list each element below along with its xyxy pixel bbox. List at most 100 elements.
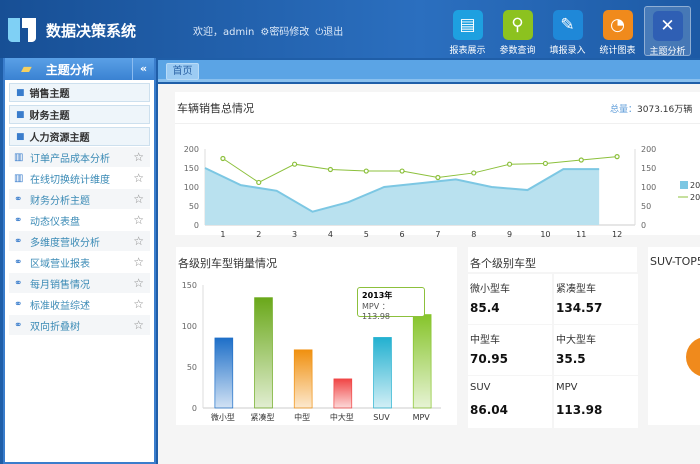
sidebar-group[interactable]: ■ 人力资源主题 [9, 127, 150, 146]
x-tick-label: 中型 [294, 412, 310, 422]
grid-icon: ■ [16, 131, 25, 142]
cell-value: 70.95 [470, 352, 508, 366]
legend-area-label: 20 [690, 181, 700, 190]
change-password-link[interactable]: ⚙密码修改 [260, 23, 309, 38]
grid-title: 各个级别车型 [470, 257, 536, 270]
cell-value: 85.4 [470, 301, 500, 315]
link-icon: ⚭ [14, 277, 23, 289]
line-point [471, 170, 477, 176]
nav-button-0[interactable]: ▤ 报表展示 [444, 6, 491, 56]
suv-panel: SUV-TOP5 [648, 247, 700, 425]
main-nav: ▤ 报表展示 ⚲ 参数查询 ✎ 填报录入 ◔ 统计图表 ✕ 主题分析 ▣权 [444, 6, 700, 57]
grid-panel-header: 各个级别车型 [468, 247, 637, 272]
line-point [542, 160, 549, 167]
star-icon[interactable]: ☆ [133, 171, 144, 185]
grid-cell: MPV 113.98 [554, 376, 638, 428]
y-tick-label: 0 [192, 404, 197, 413]
line-point [614, 154, 620, 160]
sidebar-header: ▰ 主题分析 « [5, 58, 154, 80]
nav-label: 主题分析 [649, 47, 686, 57]
x-tick-label: 紧凑型 [251, 412, 275, 422]
sidebar-item[interactable]: ⚭ 标准收益综述 ☆ [9, 294, 150, 314]
item-label: 在线切换统计维度 [30, 174, 110, 186]
cell-label: 紧凑型车 [556, 284, 596, 295]
tooltip-title: 2013年 [362, 291, 393, 300]
star-icon[interactable]: ☆ [133, 192, 144, 206]
line-point [578, 157, 584, 163]
nav-button-4[interactable]: ✕ 主题分析 [644, 6, 691, 57]
pie-icon: ◔ [602, 10, 633, 40]
sidebar-item[interactable]: ▥ 订单产品成本分析 ☆ [9, 147, 150, 167]
tab-bar: 首页 [158, 60, 700, 82]
sidebar-title: 主题分析 [45, 62, 94, 77]
x-tick-label: 12 [612, 230, 622, 239]
x-tick-label: 1 [220, 230, 225, 239]
sidebar-group[interactable]: ■ 销售主题 [9, 83, 150, 102]
collapse-sidebar-button[interactable]: « [132, 58, 154, 80]
folder-icon: ▰ [21, 61, 32, 77]
y2-tick-label: 50 [641, 202, 651, 211]
header: 数据决策系统 欢迎，admin ⚙密码修改 ⏻退出 ▤ 报表展示 ⚲ 参数查询 ✎ 填报录… [0, 0, 700, 58]
sidebar-item[interactable]: ⚭ 财务分析主题 ☆ [9, 189, 150, 209]
bar-chart-icon: ▥ [14, 172, 24, 184]
line-point [291, 161, 298, 167]
grid-cell: 中型车 70.95 [468, 325, 552, 375]
bar [214, 337, 234, 409]
star-icon[interactable]: ☆ [133, 276, 144, 290]
star-icon[interactable]: ☆ [133, 213, 144, 227]
sidebar-item[interactable]: ⚭ 动态仪表盘 ☆ [9, 210, 150, 230]
nav-button-1[interactable]: ⚲ 参数查询 [494, 6, 541, 56]
item-label: 多维度营收分析 [30, 237, 100, 249]
link-icon: ⚭ [14, 193, 23, 205]
nav-label: 填报录入 [549, 46, 586, 56]
nav-button-3[interactable]: ◔ 统计图表 [594, 6, 641, 56]
x-tick-label: 微小型 [211, 412, 235, 422]
x-tick-label: SUV [373, 413, 390, 422]
group-label: 人力资源主题 [29, 133, 90, 144]
legend-line-label: 20 [690, 193, 700, 202]
tooltip-label: MPV [362, 302, 380, 311]
nav-button-2[interactable]: ✎ 填报录入 [544, 6, 591, 56]
cell-label: SUV [470, 382, 491, 393]
line-point [327, 166, 334, 173]
chart-tooltip: 2013年 MPV ： 113.98 [357, 287, 425, 321]
sidebar-item[interactable]: ⚭ 区域营业报表 ☆ [9, 252, 150, 272]
y-tick-label: 50 [187, 363, 197, 372]
sidebar-item[interactable]: ⚭ 每月销售情况 ☆ [9, 273, 150, 293]
star-icon[interactable]: ☆ [133, 234, 144, 248]
total-label: 总量： [610, 105, 638, 115]
pie-chart-slice [686, 337, 700, 377]
nav-button-5[interactable]: ▣权 [694, 6, 700, 56]
sidebar-item[interactable]: ⚭ 多维度营收分析 ☆ [9, 231, 150, 251]
group-label: 财务主题 [29, 111, 70, 122]
suv-title: SUV-TOP5 [650, 255, 700, 268]
tab-home[interactable]: 首页 [166, 63, 199, 80]
sidebar-group[interactable]: ■ 财务主题 [9, 105, 150, 124]
star-icon[interactable]: ☆ [133, 255, 144, 269]
star-icon[interactable]: ☆ [133, 318, 144, 332]
y2-tick-label: 150 [641, 164, 656, 173]
star-icon[interactable]: ☆ [133, 297, 144, 311]
x-tick-label: 10 [540, 230, 550, 239]
star-icon[interactable]: ☆ [133, 150, 144, 164]
x-tick-label: 8 [471, 230, 476, 239]
sidebar-item[interactable]: ▥ 在线切换统计维度 ☆ [9, 168, 150, 188]
grid-icon: ■ [16, 109, 25, 120]
item-label: 区域营业报表 [30, 258, 90, 270]
pen-icon: ✎ [552, 10, 583, 40]
grid-icon: ■ [16, 87, 25, 98]
logout-link[interactable]: ⏻退出 [315, 23, 343, 38]
y-tick-label: 150 [184, 164, 199, 173]
item-label: 动态仪表盘 [30, 216, 80, 228]
x-tick-label: 3 [292, 230, 297, 239]
overview-chart: 0 050 50100 100150 150200 2001 2 3 4 5 6 7 8 9 10 11 122… [184, 145, 700, 239]
link-icon: ⚭ [14, 319, 23, 331]
item-label: 标准收益综述 [30, 300, 90, 312]
overview-panel: 车辆销售总情况 总量：3073.16万辆 0 0 50 50 100 100 150 150 2… [175, 92, 700, 239]
sidebar-item[interactable]: ⚭ 双向折叠树 ☆ [9, 315, 150, 335]
x-tick-label: 中大型 [330, 412, 354, 422]
cell-value: 113.98 [556, 403, 603, 417]
group-label: 销售主题 [29, 89, 70, 100]
y2-tick-label: 200 [641, 145, 656, 154]
nav-label: 权 [694, 43, 700, 56]
